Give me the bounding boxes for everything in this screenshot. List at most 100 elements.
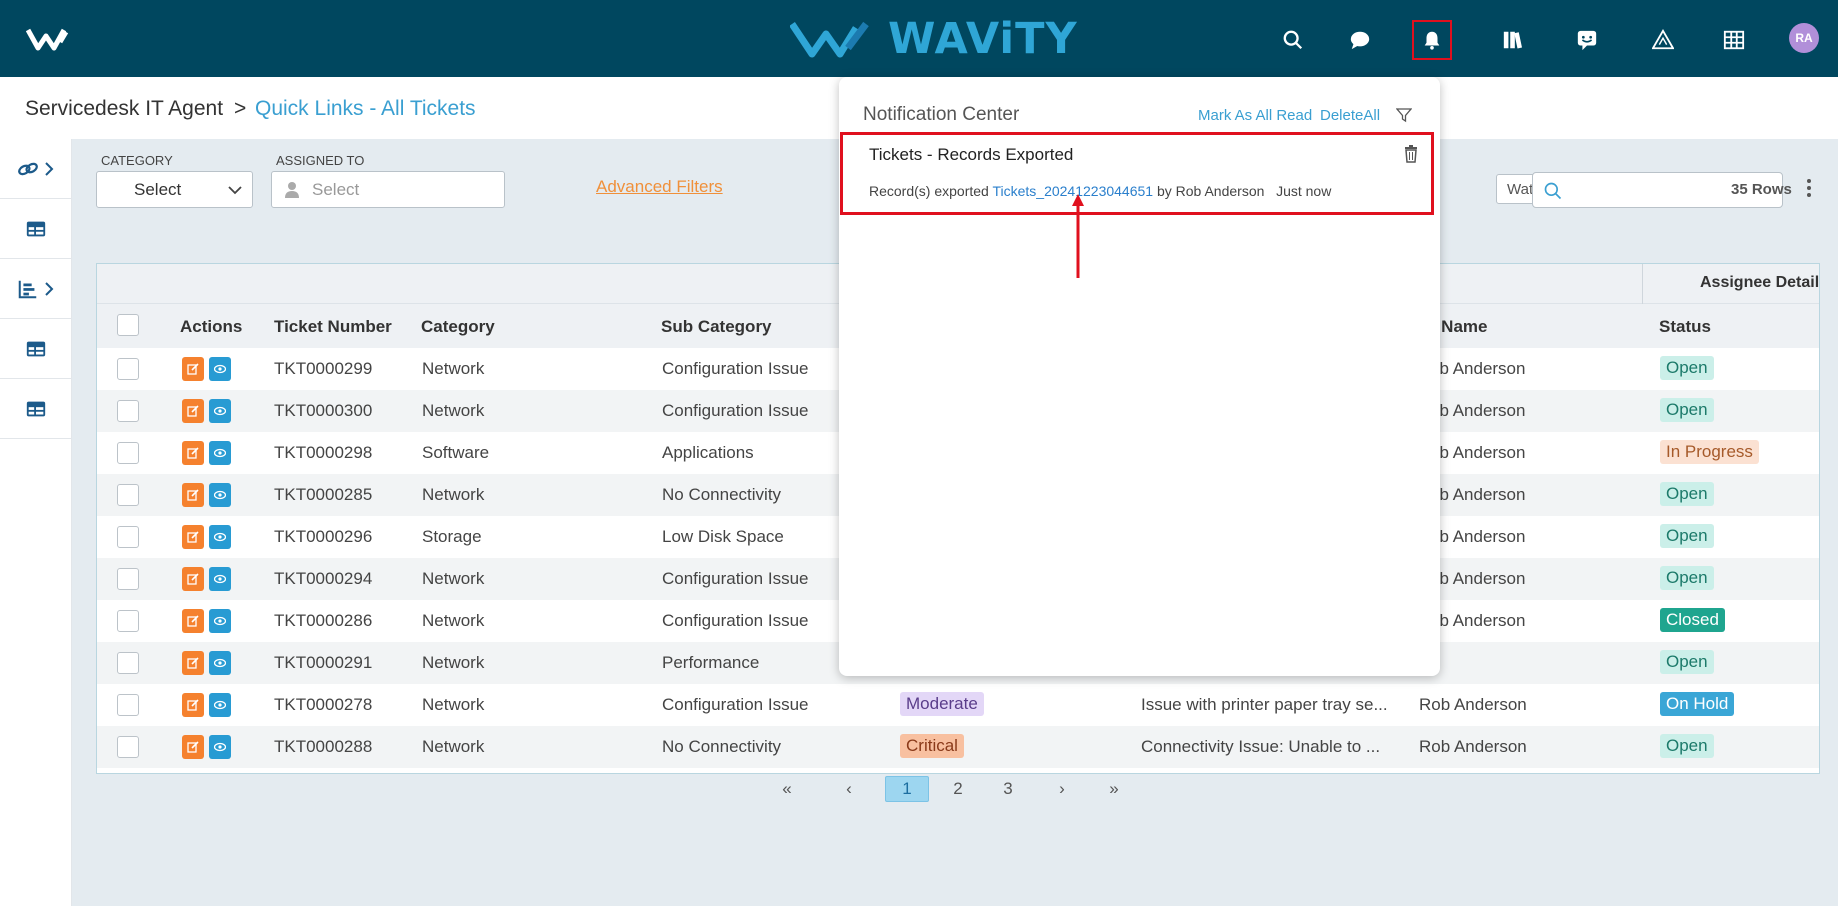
view-button[interactable]: [209, 651, 231, 675]
breadcrumb-current[interactable]: Quick Links - All Tickets: [255, 97, 476, 121]
eye-icon: [214, 658, 226, 668]
view-button[interactable]: [209, 357, 231, 381]
library-button[interactable]: [1493, 20, 1533, 60]
edit-button[interactable]: [182, 399, 204, 423]
status-badge: Open: [1660, 482, 1714, 506]
bell-icon: [1424, 31, 1440, 50]
ticket-number[interactable]: TKT0000278: [274, 695, 372, 715]
row-checkbox[interactable]: [117, 694, 139, 716]
wavity-wave-icon: [790, 21, 869, 58]
more-options-icon[interactable]: [1804, 177, 1814, 199]
delete-all-link[interactable]: DeleteAll: [1320, 107, 1380, 124]
edit-button[interactable]: [182, 693, 204, 717]
advanced-filters-link[interactable]: Advanced Filters: [596, 177, 723, 197]
page-1-button[interactable]: 1: [885, 776, 929, 802]
ticket-number[interactable]: TKT0000291: [274, 653, 372, 673]
view-button[interactable]: [209, 693, 231, 717]
trash-icon[interactable]: [1403, 145, 1419, 163]
filter-icon[interactable]: [1396, 107, 1412, 123]
column-ticket-number[interactable]: Ticket Number: [274, 317, 392, 337]
edit-button[interactable]: [182, 483, 204, 507]
sub-category-cell: Configuration Issue: [662, 695, 809, 714]
feedback-button[interactable]: [1567, 20, 1607, 60]
row-checkbox[interactable]: [117, 526, 139, 548]
ticket-number[interactable]: TKT0000298: [274, 443, 372, 463]
prev-page-button[interactable]: ‹: [839, 776, 859, 802]
notification-item[interactable]: Tickets - Records Exported Record(s) exp…: [840, 132, 1434, 215]
column-status[interactable]: Status: [1659, 317, 1711, 337]
ticket-number[interactable]: TKT0000288: [274, 737, 372, 757]
row-checkbox[interactable]: [117, 568, 139, 590]
edit-button[interactable]: [182, 735, 204, 759]
first-page-button[interactable]: «: [772, 776, 802, 802]
page-3-button[interactable]: 3: [998, 776, 1018, 802]
eye-icon: [214, 448, 226, 458]
assigned-to-select[interactable]: Select: [271, 171, 505, 208]
category-cell: Network: [422, 695, 485, 714]
sub-category-cell: Configuration Issue: [662, 401, 809, 420]
next-page-button[interactable]: ›: [1052, 776, 1072, 802]
category-cell: Network: [422, 653, 485, 672]
view-button[interactable]: [209, 483, 231, 507]
select-all-checkbox[interactable]: [117, 314, 139, 336]
sidebar-item-table-3[interactable]: [0, 379, 71, 439]
apps-grid-button[interactable]: [1714, 20, 1754, 60]
notification-detail-time: Just now: [1276, 183, 1332, 199]
row-checkbox[interactable]: [117, 442, 139, 464]
edit-button[interactable]: [182, 357, 204, 381]
row-checkbox[interactable]: [117, 610, 139, 632]
ticket-number[interactable]: TKT0000285: [274, 485, 372, 505]
edit-button[interactable]: [182, 441, 204, 465]
view-button[interactable]: [209, 567, 231, 591]
ticket-number[interactable]: TKT0000300: [274, 401, 372, 421]
column-sub-category[interactable]: Sub Category: [661, 317, 772, 337]
column-category[interactable]: Category: [421, 317, 495, 337]
view-button[interactable]: [209, 609, 231, 633]
edit-button[interactable]: [182, 567, 204, 591]
eye-icon: [214, 700, 226, 710]
ticket-number[interactable]: TKT0000286: [274, 611, 372, 631]
edit-button[interactable]: [182, 525, 204, 549]
row-checkbox[interactable]: [117, 736, 139, 758]
user-avatar[interactable]: RA: [1789, 23, 1819, 53]
category-filter-label: CATEGORY: [101, 153, 173, 168]
annotation-arrow-icon: [1072, 194, 1084, 278]
chat-button[interactable]: [1340, 20, 1380, 60]
row-checkbox[interactable]: [117, 358, 139, 380]
mark-all-read-link[interactable]: Mark As All Read: [1198, 107, 1312, 124]
ticket-number[interactable]: TKT0000296: [274, 527, 372, 547]
last-page-button[interactable]: »: [1099, 776, 1129, 802]
view-button[interactable]: [209, 399, 231, 423]
sidebar-item-table-2[interactable]: [0, 319, 71, 379]
sidebar-item-reports[interactable]: [0, 259, 71, 319]
sidebar-item-table-1[interactable]: [0, 199, 71, 259]
search-button[interactable]: [1273, 20, 1313, 60]
status-badge: In Progress: [1660, 440, 1759, 464]
category-select[interactable]: Select: [96, 171, 253, 208]
sidebar-item-quick-links[interactable]: [0, 139, 71, 199]
row-checkbox[interactable]: [117, 400, 139, 422]
status-badge: Closed: [1660, 608, 1725, 632]
ticket-number[interactable]: TKT0000294: [274, 569, 372, 589]
view-button[interactable]: [209, 525, 231, 549]
view-button[interactable]: [209, 441, 231, 465]
notifications-button[interactable]: [1412, 20, 1452, 60]
row-checkbox[interactable]: [117, 652, 139, 674]
row-checkbox[interactable]: [117, 484, 139, 506]
warning-button[interactable]: [1643, 20, 1683, 60]
breadcrumb-root[interactable]: Servicedesk IT Agent: [25, 97, 223, 121]
wavity-logo-mark-icon[interactable]: [26, 24, 76, 54]
category-cell: Software: [422, 443, 490, 462]
column-actions: Actions: [180, 317, 243, 336]
sub-category-cell: Configuration Issue: [662, 569, 809, 588]
table-row[interactable]: TKT0000278 Network Configuration Issue Mode…: [97, 684, 1819, 726]
page-2-button[interactable]: 2: [948, 776, 968, 802]
view-button[interactable]: [209, 735, 231, 759]
edit-button[interactable]: [182, 651, 204, 675]
edit-button[interactable]: [182, 609, 204, 633]
ticket-number[interactable]: TKT0000299: [274, 359, 372, 379]
assignee-name-cell: ob Anderson: [1430, 527, 1526, 546]
status-badge: Open: [1660, 524, 1714, 548]
table-row[interactable]: TKT0000288 Network No Connectivity Critical…: [97, 726, 1819, 768]
brand-name: WAViTY: [888, 14, 1078, 64]
